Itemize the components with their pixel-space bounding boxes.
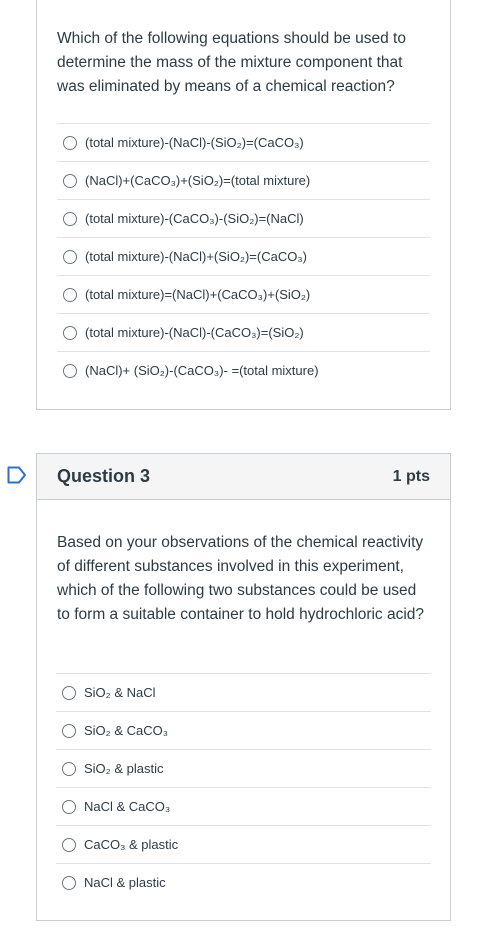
radio-button-icon[interactable] (62, 837, 76, 852)
radio-button-icon[interactable] (63, 173, 77, 188)
question-3-answers: SiO₂ & NaCl SiO₂ & CaCO₃ SiO₂ & plastic … (56, 673, 431, 901)
question-3-text: Based on your observations of the chemic… (57, 534, 425, 623)
answer-label: NaCl & CaCO₃ (84, 799, 171, 814)
answer-label: (total mixture)-(NaCl)-(CaCO₃)=(SiO₂) (85, 325, 304, 340)
radio-button-icon[interactable] (63, 325, 77, 340)
answer-label: (total mixture)-(NaCl)-(SiO₂)=(CaCO₃) (85, 135, 304, 150)
radio-button-icon[interactable] (62, 723, 76, 738)
answer-option[interactable]: (total mixture)-(NaCl)-(SiO₂)=(CaCO₃) (57, 123, 430, 161)
question-points: 1 pts (392, 467, 430, 485)
answer-option[interactable]: NaCl & plastic (56, 863, 431, 901)
answer-option[interactable]: CaCO₃ & plastic (56, 825, 431, 863)
answer-option[interactable]: SiO₂ & CaCO₃ (56, 711, 431, 749)
answer-option[interactable]: SiO₂ & NaCl (56, 673, 431, 711)
radio-button-icon[interactable] (63, 249, 77, 264)
flag-icon[interactable] (7, 466, 27, 484)
radio-button-icon[interactable] (63, 211, 77, 226)
answer-label: (NaCl)+(CaCO₃)+(SiO₂)=(total mixture) (85, 173, 311, 188)
answer-label: (total mixture)-(CaCO₃)-(SiO₂)=(NaCl) (85, 211, 304, 226)
answer-label: SiO₂ & CaCO₃ (84, 723, 169, 738)
answer-option[interactable]: (total mixture)-(NaCl)-(CaCO₃)=(SiO₂) (57, 313, 430, 351)
radio-button-icon[interactable] (63, 287, 77, 302)
answer-label: (total mixture)-(NaCl)+(SiO₂)=(CaCO₃) (85, 249, 307, 264)
question-2-answers: (total mixture)-(NaCl)-(SiO₂)=(CaCO₃) (N… (57, 123, 430, 389)
answer-option[interactable]: SiO₂ & plastic (56, 749, 431, 787)
radio-button-icon[interactable] (62, 875, 76, 890)
question-3-body: Based on your observations of the chemic… (37, 501, 450, 627)
answer-label: NaCl & plastic (84, 875, 166, 890)
question-2-text: Which of the following equations should … (57, 30, 406, 95)
radio-button-icon[interactable] (62, 799, 76, 814)
radio-button-icon[interactable] (63, 135, 77, 150)
radio-button-icon[interactable] (62, 761, 76, 776)
answer-option[interactable]: NaCl & CaCO₃ (56, 787, 431, 825)
question-header: Question 3 1 pts (37, 454, 450, 500)
answer-label: (NaCl)+ (SiO₂)-(CaCO₃)- =(total mixture) (85, 363, 319, 378)
answer-option[interactable]: (total mixture)=(NaCl)+(CaCO₃)+(SiO₂) (57, 275, 430, 313)
answer-option[interactable]: (NaCl)+ (SiO₂)-(CaCO₃)- =(total mixture) (57, 351, 430, 389)
answer-option[interactable]: (total mixture)-(NaCl)+(SiO₂)=(CaCO₃) (57, 237, 430, 275)
answer-label: SiO₂ & plastic (84, 761, 164, 776)
answer-label: SiO₂ & NaCl (84, 685, 156, 700)
answer-label: (total mixture)=(NaCl)+(CaCO₃)+(SiO₂) (85, 287, 311, 302)
answer-option[interactable]: (NaCl)+(CaCO₃)+(SiO₂)=(total mixture) (57, 161, 430, 199)
question-title: Question 3 (57, 466, 151, 486)
answer-option[interactable]: (total mixture)-(CaCO₃)-(SiO₂)=(NaCl) (57, 199, 430, 237)
radio-button-icon[interactable] (62, 685, 76, 700)
radio-button-icon[interactable] (63, 363, 77, 378)
question-2-card: Which of the following equations should … (36, 0, 451, 410)
answer-label: CaCO₃ & plastic (84, 837, 179, 852)
